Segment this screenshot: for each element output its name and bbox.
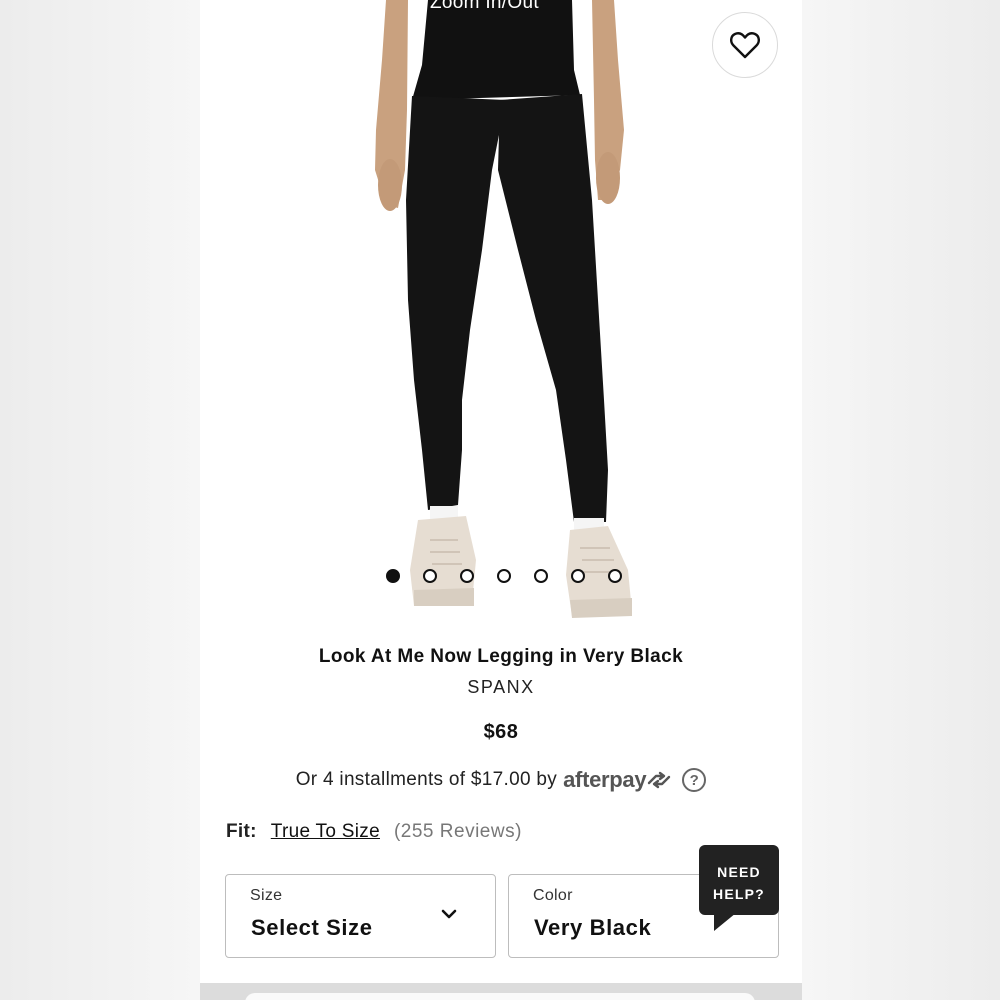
wishlist-button[interactable] [712, 12, 778, 78]
fit-value-link[interactable]: True To Size [271, 821, 380, 843]
product-title: Look At Me Now Legging in Very Black [318, 646, 684, 667]
afterpay-wordmark: afterpay [563, 767, 647, 792]
need-help-chat-button[interactable]: NEED HELP? [699, 845, 779, 915]
fit-reviews-count[interactable]: (255 Reviews) [394, 821, 522, 843]
afterpay-info-icon[interactable]: ? [682, 768, 707, 792]
carousel-dot[interactable] [460, 569, 474, 583]
size-select[interactable]: Size Select Size [225, 874, 496, 958]
carousel-dot[interactable] [423, 569, 437, 583]
bottom-bar-pill [245, 993, 755, 1000]
size-select-value: Select Size [251, 915, 373, 940]
product-price: $68 [483, 721, 519, 743]
product-brand[interactable]: SPANX [200, 677, 802, 698]
carousel-dot[interactable] [608, 569, 622, 583]
installments-row: Or 4 installments of $17.00 by afterpay … [200, 767, 802, 793]
legging-model-illustration [375, 0, 632, 618]
installments-text: Or 4 installments of $17.00 by [295, 769, 558, 790]
size-select-label: Size [250, 887, 283, 904]
carousel-dot[interactable] [386, 569, 400, 583]
product-image[interactable]: Zoom In/Out [200, 0, 802, 632]
image-carousel-dots [386, 569, 622, 583]
carousel-dot[interactable] [534, 569, 548, 583]
product-card: Zoom In/Out Look At Me Now Legging in Ve… [200, 0, 802, 983]
need-help-line1: NEED [717, 864, 761, 880]
heart-icon [730, 32, 760, 59]
need-help-line2: HELP? [713, 886, 765, 902]
chevron-down-icon [441, 909, 457, 919]
color-select-label: Color [533, 887, 573, 904]
zoom-label[interactable]: Zoom In/Out [430, 0, 539, 14]
need-help-bubble-tail [714, 913, 736, 931]
page-background: Zoom In/Out Look At Me Now Legging in Ve… [0, 0, 1000, 1000]
carousel-dot[interactable] [497, 569, 511, 583]
fit-label: Fit: [226, 821, 257, 842]
afterpay-arrows-icon [648, 771, 671, 789]
carousel-dot[interactable] [571, 569, 585, 583]
afterpay-logo: afterpay [563, 767, 672, 793]
color-select-value: Very Black [534, 915, 652, 940]
fit-row: Fit: True To Size (255 Reviews) [226, 821, 522, 843]
